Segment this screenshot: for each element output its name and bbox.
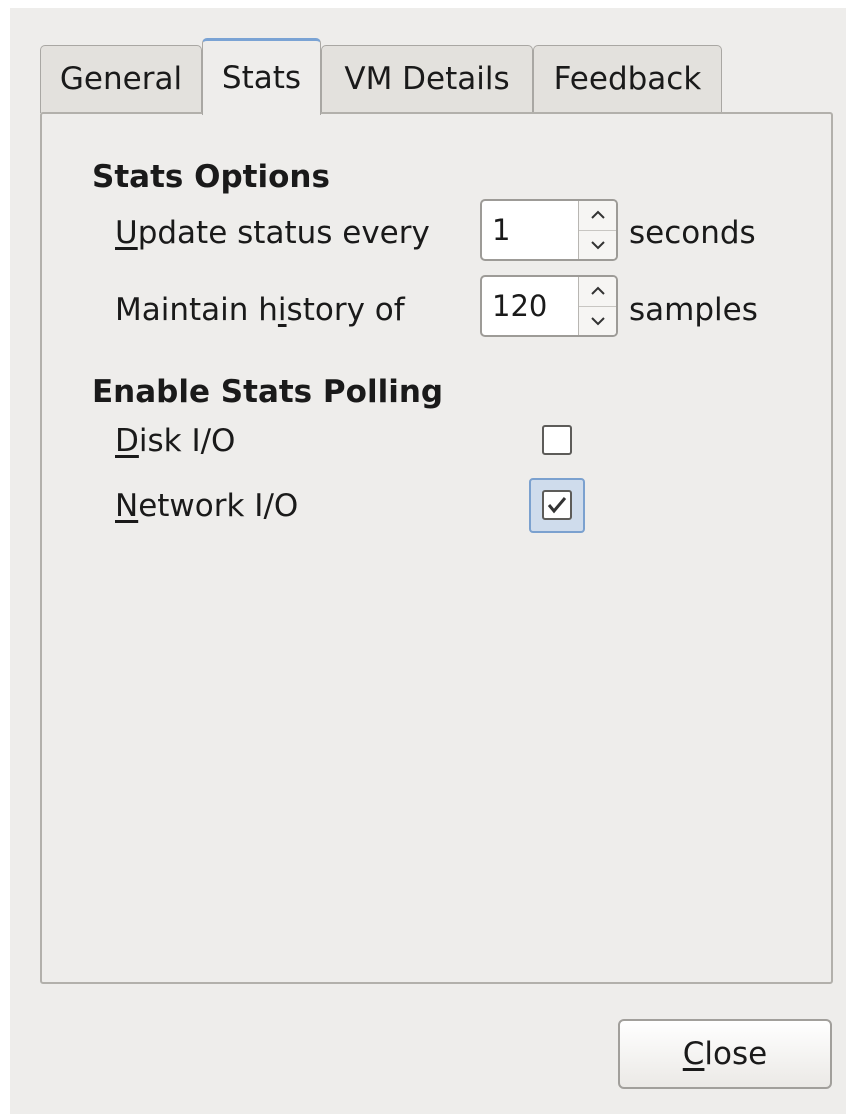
tab-general[interactable]: General bbox=[40, 45, 202, 113]
update-interval-stepper bbox=[578, 201, 616, 259]
history-samples-spinbutton[interactable]: 120 bbox=[480, 275, 618, 337]
update-interval-spinbutton[interactable]: 1 bbox=[480, 199, 618, 261]
history-samples-unit: samples bbox=[629, 292, 758, 328]
chevron-down-icon[interactable] bbox=[579, 305, 616, 336]
history-samples-value[interactable]: 120 bbox=[482, 277, 578, 335]
update-interval-unit: seconds bbox=[629, 215, 756, 251]
network-io-label-text: etwork I/O bbox=[138, 488, 299, 524]
history-label-pre: Maintain h bbox=[115, 292, 278, 328]
tab-vm-details[interactable]: VM Details bbox=[321, 45, 533, 113]
disk-io-mnemonic: D bbox=[115, 423, 139, 459]
history-label: Maintain history of bbox=[115, 295, 405, 326]
update-status-mnemonic: U bbox=[115, 215, 138, 251]
tab-stats[interactable]: Stats bbox=[202, 38, 321, 115]
network-io-mnemonic: N bbox=[115, 488, 139, 524]
tab-stats-label: Stats bbox=[221, 59, 302, 96]
stats-tab-panel: Stats Options Update status every 1 seco… bbox=[40, 112, 833, 984]
stats-options-heading: Stats Options bbox=[92, 159, 330, 195]
preferences-window: General Stats VM Details Feedback Stats … bbox=[10, 8, 846, 1114]
disk-io-label-text: isk I/O bbox=[138, 423, 236, 459]
tab-vm-details-label: VM Details bbox=[344, 61, 510, 97]
tab-feedback-label: Feedback bbox=[553, 61, 702, 97]
update-status-label: Update status every bbox=[115, 218, 430, 249]
chevron-up-icon[interactable] bbox=[579, 201, 616, 230]
enable-stats-polling-heading: Enable Stats Polling bbox=[92, 374, 444, 410]
history-samples-stepper bbox=[578, 277, 616, 335]
history-mnemonic: i bbox=[277, 292, 287, 328]
disk-io-checkbox[interactable] bbox=[542, 425, 572, 455]
tab-feedback[interactable]: Feedback bbox=[533, 45, 722, 113]
history-label-post: story of bbox=[286, 292, 405, 328]
network-io-label: Network I/O bbox=[115, 491, 298, 522]
close-button[interactable]: Close bbox=[618, 1019, 832, 1089]
disk-io-label: Disk I/O bbox=[115, 426, 235, 457]
chevron-down-icon[interactable] bbox=[579, 229, 616, 260]
close-label: lose bbox=[704, 1036, 768, 1072]
checkmark-icon bbox=[547, 497, 567, 514]
chevron-up-icon[interactable] bbox=[579, 277, 616, 306]
close-mnemonic: C bbox=[682, 1036, 705, 1072]
update-status-label-text: pdate status every bbox=[137, 215, 430, 251]
tab-general-label: General bbox=[59, 61, 183, 97]
network-io-checkbox[interactable] bbox=[542, 490, 572, 520]
update-interval-value[interactable]: 1 bbox=[482, 201, 578, 259]
